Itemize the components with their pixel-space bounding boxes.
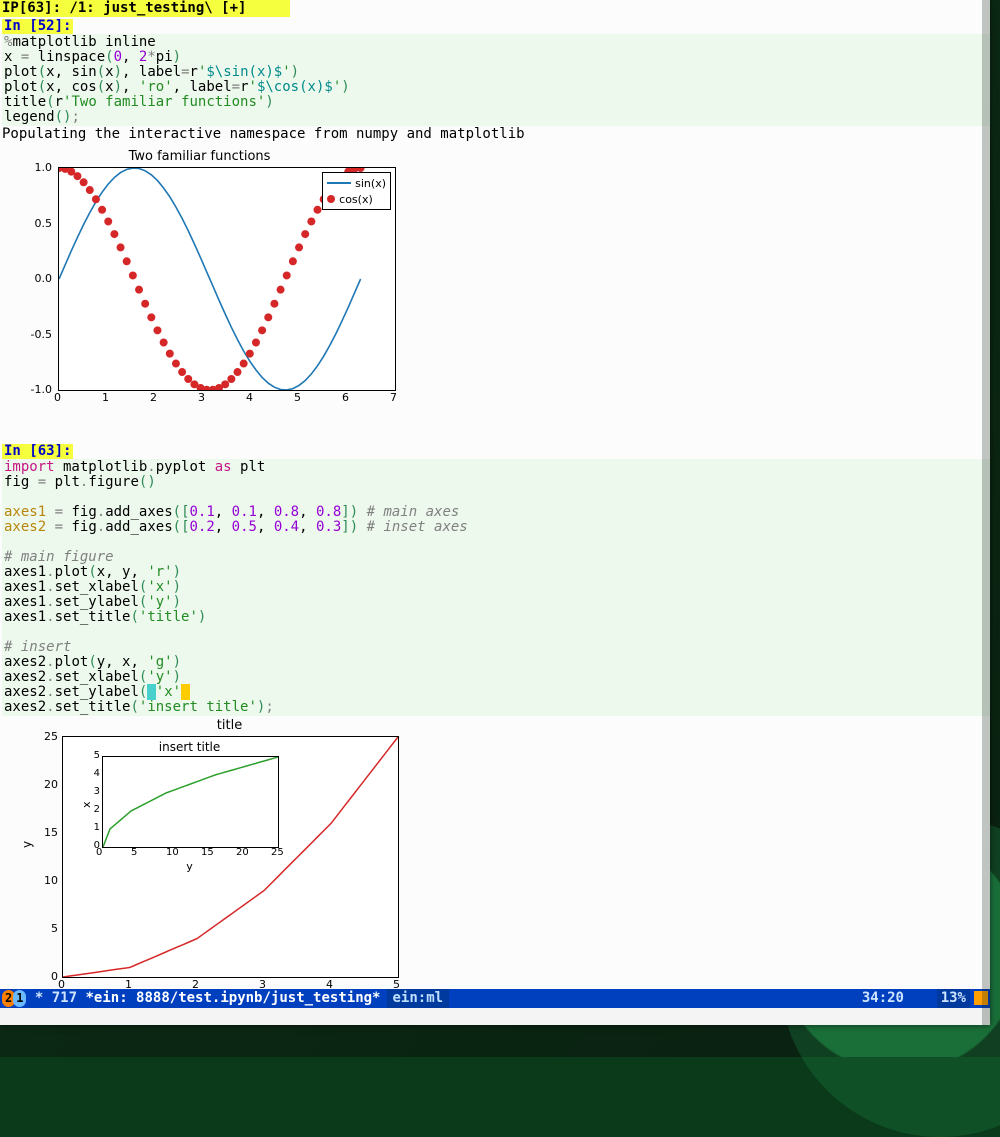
plot-2-title: title bbox=[62, 718, 397, 733]
plot-1-ytick: -0.5 bbox=[2, 328, 52, 341]
header-line: IP[63]: /1: just_testing\ [+] bbox=[0, 0, 990, 17]
plot-1-xtick: 4 bbox=[246, 391, 253, 404]
minibuffer[interactable] bbox=[0, 1008, 990, 1025]
code-cell-63[interactable]: import matplotlib.pyplot as plt fig = pl… bbox=[2, 459, 990, 716]
stdout-52: Populating the interactive namespace fro… bbox=[2, 126, 990, 143]
plot-2-inset-ytick: 2 bbox=[88, 804, 100, 815]
plot-2-inset-xtick: 5 bbox=[131, 847, 137, 858]
plot-2-inset-xtick: 25 bbox=[271, 847, 284, 858]
input-prompt-63-text: In [63]: bbox=[4, 443, 71, 459]
code-cell-52[interactable]: %matplotlib inline x = linspace(0, 2*pi)… bbox=[2, 34, 990, 126]
plot-2-inset-xtick: 15 bbox=[201, 847, 214, 858]
plot-1-xtick: 7 bbox=[390, 391, 397, 404]
input-prompt-52-text: In [52]: bbox=[4, 18, 71, 34]
input-prompt-63: In [63]: bbox=[2, 444, 73, 459]
plot-1-xtick: 1 bbox=[102, 391, 109, 404]
plot-2-ytick: 10 bbox=[36, 874, 58, 887]
modeline-position: 34:20 bbox=[862, 989, 904, 1008]
plot-2-xtick: 2 bbox=[192, 978, 199, 989]
plot-2-ylabel: y bbox=[20, 841, 34, 848]
plot-2-inset-axes bbox=[102, 756, 279, 848]
plot-2-inset-xlabel: y bbox=[102, 860, 277, 873]
plot-2-xtick: 0 bbox=[58, 978, 65, 989]
right-fringe bbox=[982, 0, 990, 1025]
plot-2-inset-ytick: 4 bbox=[88, 768, 100, 779]
legend-line-icon bbox=[327, 182, 351, 184]
plot-2: title x y insert title y x 012345051 bbox=[2, 718, 422, 989]
modeline-buffer-name[interactable]: *ein: 8888/test.ipynb/just_testing* bbox=[85, 989, 380, 1008]
plot-1-xtick: 5 bbox=[294, 391, 301, 404]
plot-1-xtick: 3 bbox=[198, 391, 205, 404]
input-prompt-52: In [52]: bbox=[2, 19, 73, 34]
plot-1-xtick: 0 bbox=[54, 391, 61, 404]
plot-2-inset-ytick: 3 bbox=[88, 786, 100, 797]
modeline-pill-2: 1 bbox=[13, 990, 26, 1007]
legend-label-cos: cos(x) bbox=[339, 193, 373, 206]
mode-line[interactable]: 2 1 * 717 *ein: 8888/test.ipynb/just_tes… bbox=[0, 989, 990, 1008]
plot-2-ytick: 20 bbox=[36, 778, 58, 791]
modeline-major-mode[interactable]: ein:ml bbox=[387, 989, 450, 1008]
plot-2-xtick: 1 bbox=[125, 978, 132, 989]
plot-2-xtick: 5 bbox=[393, 978, 400, 989]
plot-2-ytick: 5 bbox=[36, 922, 58, 935]
plot-2-inset-ytick: 0 bbox=[88, 840, 100, 851]
legend-label-sin: sin(x) bbox=[355, 177, 386, 190]
plot-1: Two familiar functions sin(x) cos(x) bbox=[2, 149, 397, 424]
modeline-pills: 2 1 bbox=[2, 990, 26, 1007]
modeline-percent: 13% bbox=[937, 989, 970, 1008]
plot-2-inset-xtick: 20 bbox=[236, 847, 249, 858]
plot-2-ytick: 25 bbox=[36, 730, 58, 743]
emacs-frame: IP[63]: /1: just_testing\ [+] In [52]: %… bbox=[0, 0, 990, 1025]
plot-1-legend: sin(x) cos(x) bbox=[322, 172, 391, 210]
plot-2-inset-xtick: 10 bbox=[166, 847, 179, 858]
plot-1-ytick: 0.5 bbox=[2, 217, 52, 230]
plot-2-inset-ytick: 1 bbox=[88, 822, 100, 833]
plot-2-ytick: 0 bbox=[36, 970, 58, 983]
plot-1-ytick: -1.0 bbox=[2, 383, 52, 396]
plot-2-xtick: 4 bbox=[326, 978, 333, 989]
plot-1-axes: sin(x) cos(x) bbox=[58, 167, 396, 391]
modeline-left: * 717 bbox=[26, 989, 85, 1008]
plot-1-ytick: 1.0 bbox=[2, 161, 52, 174]
plot-2-inset-title: insert title bbox=[102, 740, 277, 754]
legend-dot-icon bbox=[327, 195, 335, 203]
plot-2-xtick: 3 bbox=[259, 978, 266, 989]
plot-1-xtick: 2 bbox=[150, 391, 157, 404]
plot-1-ytick: 0.0 bbox=[2, 272, 52, 285]
notebook-buffer[interactable]: In [52]: %matplotlib inline x = linspace… bbox=[0, 17, 990, 989]
plot-1-title: Two familiar functions bbox=[2, 149, 397, 164]
plot-2-ytick: 15 bbox=[36, 826, 58, 839]
plot-1-xtick: 6 bbox=[342, 391, 349, 404]
plot-2-inset-ytick: 5 bbox=[88, 750, 100, 761]
